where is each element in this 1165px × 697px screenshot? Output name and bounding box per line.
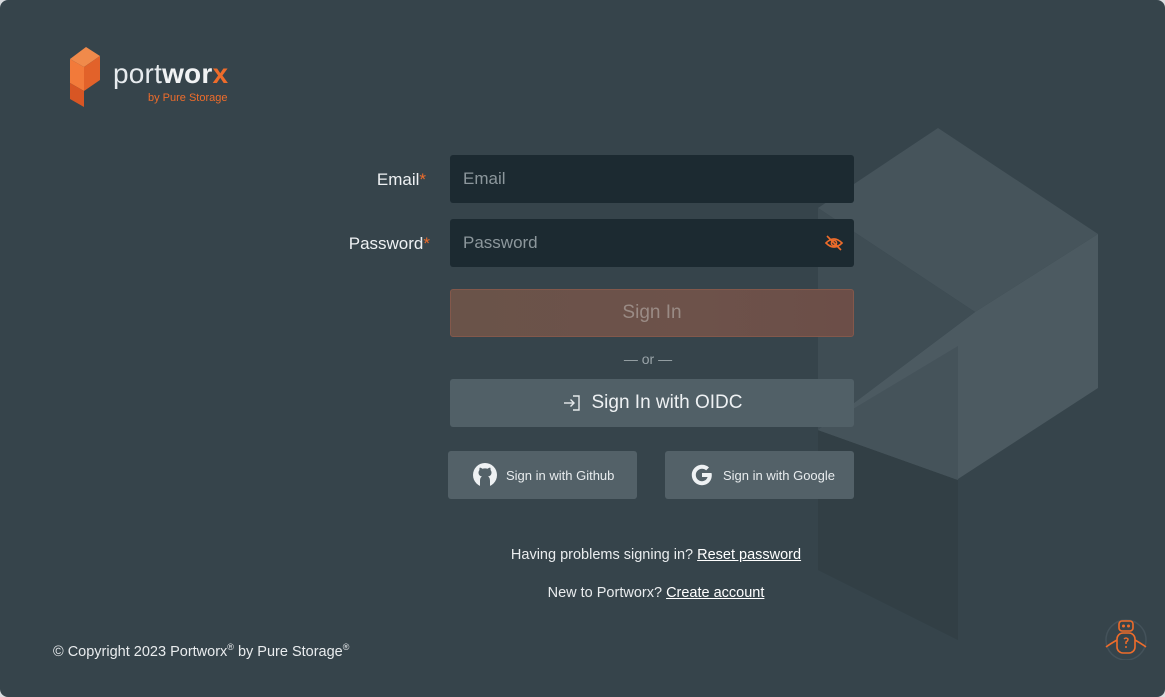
sign-in-github-label: Sign in with Github <box>506 467 615 483</box>
create-account-row: New to Portworx? Create account <box>547 585 765 601</box>
login-window: portworx by Pure Storage Email* Password… <box>0 0 1165 697</box>
help-mascot-icon[interactable] <box>1102 618 1154 660</box>
reset-password-row: Having problems signing in? Reset passwo… <box>510 547 802 563</box>
github-icon <box>472 462 498 488</box>
sign-in-oidc-label: Sign In with OIDC <box>591 392 743 413</box>
sign-in-google-button[interactable]: Sign in with Google <box>665 451 854 499</box>
copyright-text: © Copyright 2023 Portworx® by Pure Stora… <box>53 642 350 660</box>
email-label: Email* <box>376 170 426 189</box>
or-divider: — or — <box>623 351 673 367</box>
password-label: Password* <box>348 234 430 253</box>
email-input[interactable] <box>450 155 854 203</box>
password-input[interactable] <box>450 219 854 267</box>
sign-in-github-button[interactable]: Sign in with Github <box>448 451 637 499</box>
sign-in-oidc-button[interactable]: Sign In with OIDC <box>450 379 854 427</box>
brand-tagline: by Pure Storage <box>148 92 228 104</box>
create-account-link[interactable]: Create account <box>666 585 764 601</box>
google-icon <box>689 462 715 488</box>
reset-password-link[interactable]: Reset password <box>697 547 801 563</box>
sign-in-arrow-icon <box>563 395 580 411</box>
brand-name: portworx <box>113 58 229 89</box>
sign-in-google-label: Sign in with Google <box>723 467 836 483</box>
portworx-logo-mark-icon <box>70 47 100 107</box>
sign-in-button[interactable]: Sign In <box>450 289 854 337</box>
required-mark: * <box>419 170 426 189</box>
required-mark: * <box>423 234 430 253</box>
eye-slash-icon[interactable] <box>824 233 844 253</box>
portworx-logo: portworx by Pure Storage <box>66 47 236 109</box>
